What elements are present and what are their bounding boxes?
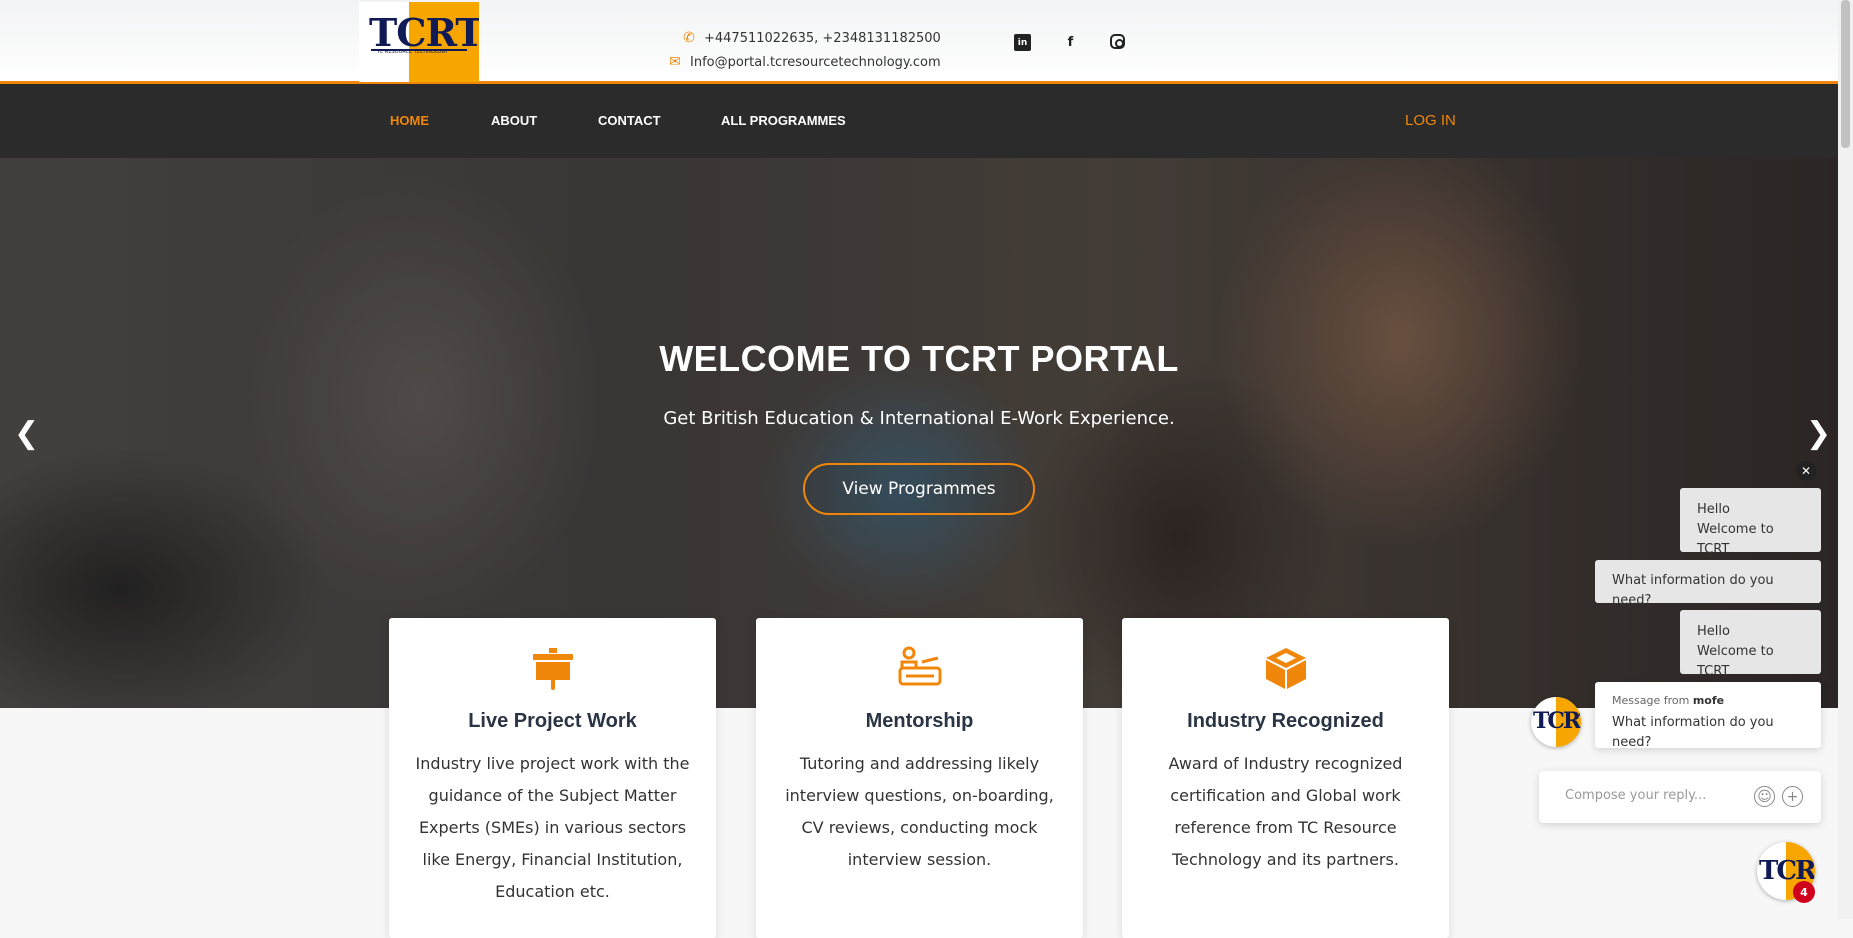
chat-message-line: Hello xyxy=(1697,624,1730,639)
emoji-icon[interactable]: ☺ xyxy=(1754,786,1775,807)
nav-contact[interactable]: CONTACT xyxy=(598,113,661,128)
contact-info: ✆ +447511022635, +2348131182500 ✉ Info@p… xyxy=(660,26,941,74)
nav-about[interactable]: ABOUT xyxy=(491,113,537,128)
card-title: Live Project Work xyxy=(468,710,637,732)
chat-sender-name: mofe xyxy=(1692,694,1725,707)
page-scrollbar[interactable] xyxy=(1838,0,1853,919)
chat-message-line: Welcome to TCRT xyxy=(1697,644,1774,679)
chat-close-icon[interactable]: ✕ xyxy=(1796,461,1816,481)
avatar-text: TCRT xyxy=(1533,708,1581,734)
card-title: Mentorship xyxy=(865,710,974,732)
feature-card-industry-recognized: Industry Recognized Award of Industry re… xyxy=(1122,618,1449,938)
unread-badge: 4 xyxy=(1793,881,1815,903)
box-icon xyxy=(1122,646,1449,690)
phone-icon: ✆ xyxy=(683,30,695,46)
facebook-icon[interactable]: f xyxy=(1062,34,1079,51)
feature-card-live-project: Live Project Work Industry live project … xyxy=(389,618,716,938)
login-link[interactable]: LOG IN xyxy=(1405,112,1456,129)
phone-row: ✆ +447511022635, +2348131182500 xyxy=(660,26,941,50)
card-title: Industry Recognized xyxy=(1187,710,1384,732)
view-programmes-button[interactable]: View Programmes xyxy=(803,463,1035,515)
chat-message-latest: Message from mofe What information do yo… xyxy=(1595,682,1821,750)
main-nav: HOME ABOUT CONTACT ALL PROGRAMMES LOG IN xyxy=(0,84,1838,158)
chat-sender: Message from mofe xyxy=(1612,691,1804,711)
email-row: ✉ Info@portal.tcresourcetechnology.com xyxy=(660,50,941,74)
chat-compose-box[interactable]: Compose your reply... ☺ + xyxy=(1539,771,1821,823)
social-links: in f xyxy=(1014,34,1125,51)
nav-home[interactable]: HOME xyxy=(390,113,429,128)
chevron-left-icon[interactable]: ❮ xyxy=(14,416,39,451)
hero-title: WELCOME TO TCRT PORTAL xyxy=(659,338,1179,379)
nav-all-programmes[interactable]: ALL PROGRAMMES xyxy=(721,113,846,128)
chat-message-line: What information do you need? xyxy=(1612,573,1774,608)
chevron-right-icon[interactable]: ❯ xyxy=(1806,416,1831,451)
chat-message-line: What information do you need? xyxy=(1612,715,1774,750)
linkedin-icon[interactable]: in xyxy=(1014,34,1031,51)
top-bar: TCRT TC RESOURCE TECHNOLOGY ✆ +447511022… xyxy=(0,0,1838,84)
card-text: Award of Industry recognized certificati… xyxy=(1168,754,1403,869)
mentorship-icon xyxy=(756,646,1083,690)
feature-card-mentorship: Mentorship Tutoring and addressing likel… xyxy=(756,618,1083,938)
site-logo[interactable]: TCRT TC RESOURCE TECHNOLOGY xyxy=(359,2,479,82)
email-address[interactable]: Info@portal.tcresourcetechnology.com xyxy=(690,55,941,70)
phone-numbers[interactable]: +447511022635, +2348131182500 xyxy=(704,31,941,46)
chat-sender-label: Message from xyxy=(1612,694,1690,707)
scrollbar-thumb[interactable] xyxy=(1841,0,1850,148)
chat-message: What information do you need? xyxy=(1595,560,1821,608)
instagram-icon[interactable] xyxy=(1110,34,1125,49)
chat-message: Hello Welcome to TCRT xyxy=(1680,488,1821,557)
chat-agent-avatar: TCRT xyxy=(1531,697,1581,747)
compose-placeholder[interactable]: Compose your reply... xyxy=(1565,788,1706,803)
logo-tagline: TC RESOURCE TECHNOLOGY xyxy=(377,49,449,55)
envelope-icon: ✉ xyxy=(669,54,681,70)
plus-icon[interactable]: + xyxy=(1782,786,1803,807)
hero-subtitle: Get British Education & International E-… xyxy=(663,408,1175,429)
presentation-board-icon xyxy=(389,646,716,690)
chat-message-line: Hello xyxy=(1697,502,1730,517)
card-text: Industry live project work with the guid… xyxy=(415,754,690,901)
card-text: Tutoring and addressing likely interview… xyxy=(785,754,1054,869)
chat-message: Hello Welcome to TCRT xyxy=(1680,610,1821,679)
chat-message-line: Welcome to TCRT xyxy=(1697,522,1774,557)
